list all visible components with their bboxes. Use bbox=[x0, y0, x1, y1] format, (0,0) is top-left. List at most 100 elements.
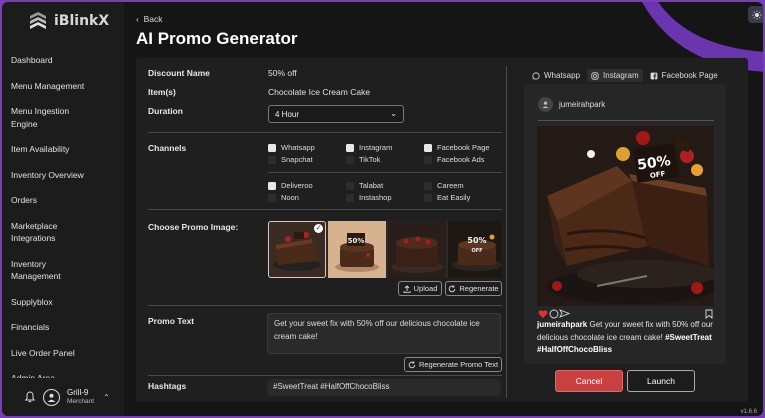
checkbox[interactable] bbox=[268, 143, 276, 152]
post-header: jumeirahpark bbox=[538, 97, 605, 112]
cancel-button[interactable]: Cancel bbox=[555, 370, 623, 392]
tab-instagram[interactable]: Instagram bbox=[587, 69, 643, 82]
tab-whatsapp[interactable]: Whatsapp bbox=[528, 69, 584, 82]
version-label: v1.6.6 bbox=[740, 409, 757, 415]
channel-eat-easily[interactable]: Eat Easily bbox=[424, 193, 470, 202]
svg-text:50%: 50% bbox=[467, 236, 486, 245]
divider bbox=[148, 305, 502, 306]
sidebar-item-item-availability[interactable]: Item Availability bbox=[11, 143, 121, 156]
user-menu[interactable]: Grill-9 Merchant ⌃ bbox=[24, 388, 110, 406]
tab-label: Facebook Page bbox=[661, 71, 718, 80]
channel-label: Eat Easily bbox=[437, 193, 471, 202]
channel-whatsapp[interactable]: Whatsapp bbox=[268, 143, 315, 152]
checkbox[interactable] bbox=[346, 155, 354, 164]
logo-icon bbox=[30, 12, 46, 29]
promo-text-area[interactable]: Get your sweet fix with 50% off our deli… bbox=[267, 313, 501, 354]
checkbox[interactable] bbox=[346, 143, 354, 152]
post-actions bbox=[538, 309, 713, 319]
items-label: Item(s) bbox=[148, 87, 176, 97]
sidebar-item-menu-management[interactable]: Menu Management bbox=[11, 80, 121, 93]
caption-username: jumeirahpark bbox=[537, 320, 588, 329]
sidebar-item-menu-ingestion-engine[interactable]: Menu Ingestion Engine bbox=[11, 105, 91, 130]
cake-image: 50% bbox=[328, 221, 386, 278]
discount-name-label: Discount Name bbox=[148, 68, 210, 78]
promo-image-option[interactable] bbox=[388, 221, 446, 278]
channel-tiktok[interactable]: TikTok bbox=[346, 155, 380, 164]
cake-image bbox=[388, 221, 446, 278]
promo-image-option[interactable]: ✓ bbox=[268, 221, 326, 278]
channel-facebook-ads[interactable]: Facebook Ads bbox=[424, 155, 485, 164]
divider bbox=[148, 375, 502, 376]
regenerate-promo-text-button[interactable]: Regenerate Promo Text bbox=[404, 357, 502, 372]
theme-toggle-button[interactable] bbox=[748, 6, 763, 23]
promo-text-label: Promo Text bbox=[148, 316, 195, 326]
channel-label: Facebook Ads bbox=[437, 155, 485, 164]
chevron-up-icon[interactable]: ⌃ bbox=[103, 393, 110, 402]
checkbox[interactable] bbox=[424, 155, 432, 164]
check-icon: ✓ bbox=[314, 224, 323, 233]
sidebar-item-marketplace-integrations[interactable]: Marketplace Integrations bbox=[11, 220, 81, 245]
logo: iBlinkX bbox=[28, 10, 109, 32]
sidebar-item-inventory-management[interactable]: Inventory Management bbox=[11, 258, 81, 283]
back-link[interactable]: ‹ Back bbox=[136, 14, 162, 24]
comment-icon[interactable] bbox=[549, 309, 559, 319]
refresh-icon bbox=[449, 285, 456, 292]
sidebar-item-dashboard[interactable]: Dashboard bbox=[11, 54, 121, 67]
channel-facebook-page[interactable]: Facebook Page bbox=[424, 143, 490, 152]
tab-facebook-page[interactable]: Facebook Page bbox=[646, 69, 722, 82]
channel-talabat[interactable]: Talabat bbox=[346, 181, 383, 190]
sidebar-item-inventory-overview[interactable]: Inventory Overview bbox=[11, 169, 121, 182]
regenerate-image-button[interactable]: Regenerate bbox=[445, 281, 502, 296]
sidebar-item-orders[interactable]: Orders bbox=[11, 194, 121, 207]
heart-icon[interactable] bbox=[538, 310, 548, 318]
image-carousel[interactable]: ✓ 50% 50% OFF bbox=[268, 221, 502, 278]
channel-label: Facebook Page bbox=[437, 143, 490, 152]
discount-name-value: 50% off bbox=[268, 68, 297, 78]
checkbox[interactable] bbox=[346, 181, 354, 190]
channels-label: Channels bbox=[148, 143, 187, 153]
bell-icon[interactable] bbox=[24, 391, 36, 403]
vertical-divider bbox=[506, 66, 507, 398]
sidebar-item-supplyblox[interactable]: Supplyblox bbox=[11, 296, 121, 309]
duration-select[interactable]: 4 Hour ⌄ bbox=[268, 105, 404, 123]
upload-icon bbox=[403, 284, 411, 293]
bookmark-icon[interactable] bbox=[705, 309, 713, 319]
chevron-left-icon: ‹ bbox=[136, 14, 139, 24]
checkbox[interactable] bbox=[424, 143, 432, 152]
checkbox[interactable] bbox=[268, 181, 276, 190]
launch-button[interactable]: Launch bbox=[627, 370, 695, 392]
checkbox[interactable] bbox=[268, 155, 276, 164]
whatsapp-icon bbox=[532, 71, 540, 80]
cake-image: 50% OFF bbox=[448, 221, 502, 278]
send-icon[interactable] bbox=[558, 309, 571, 318]
channel-snapchat[interactable]: Snapchat bbox=[268, 155, 313, 164]
checkbox[interactable] bbox=[268, 193, 276, 202]
post-username: jumeirahpark bbox=[559, 100, 606, 109]
tab-label: Whatsapp bbox=[544, 71, 581, 80]
checkbox[interactable] bbox=[424, 181, 432, 190]
channel-label: Talabat bbox=[359, 181, 384, 190]
post-avatar bbox=[538, 97, 553, 112]
sidebar-item-financials[interactable]: Financials bbox=[11, 321, 121, 334]
avatar[interactable] bbox=[43, 388, 60, 406]
upload-button[interactable]: Upload bbox=[398, 281, 442, 296]
channel-careem[interactable]: Careem bbox=[424, 181, 464, 190]
checkbox[interactable] bbox=[346, 193, 354, 202]
regenerate-promo-text-label: Regenerate Promo Text bbox=[418, 360, 499, 369]
sidebar-item-live-order-panel[interactable]: Live Order Panel bbox=[11, 347, 121, 360]
channel-instagram[interactable]: Instagram bbox=[346, 143, 392, 152]
sidebar: iBlinkX Dashboard Menu Management Menu I… bbox=[2, 2, 124, 416]
hashtags-input[interactable]: #SweetTreat #HalfOffChocoBliss bbox=[267, 379, 501, 396]
instagram-icon bbox=[591, 71, 599, 80]
promo-image-option[interactable]: 50% OFF bbox=[448, 221, 502, 278]
chevron-down-icon: ⌄ bbox=[390, 109, 397, 118]
channel-deliveroo[interactable]: Deliveroo bbox=[268, 181, 313, 190]
items-value: Chocolate Ice Cream Cake bbox=[268, 87, 371, 97]
promo-image-option[interactable]: 50% bbox=[328, 221, 386, 278]
choose-image-label: Choose Promo Image: bbox=[148, 222, 239, 232]
sidebar-item-admin-area[interactable]: Admin Area bbox=[11, 372, 121, 378]
checkbox[interactable] bbox=[424, 193, 432, 202]
channel-instashop[interactable]: Instashop bbox=[346, 193, 392, 202]
channel-noon[interactable]: Noon bbox=[268, 193, 299, 202]
user-name: Grill-9 bbox=[67, 388, 89, 397]
